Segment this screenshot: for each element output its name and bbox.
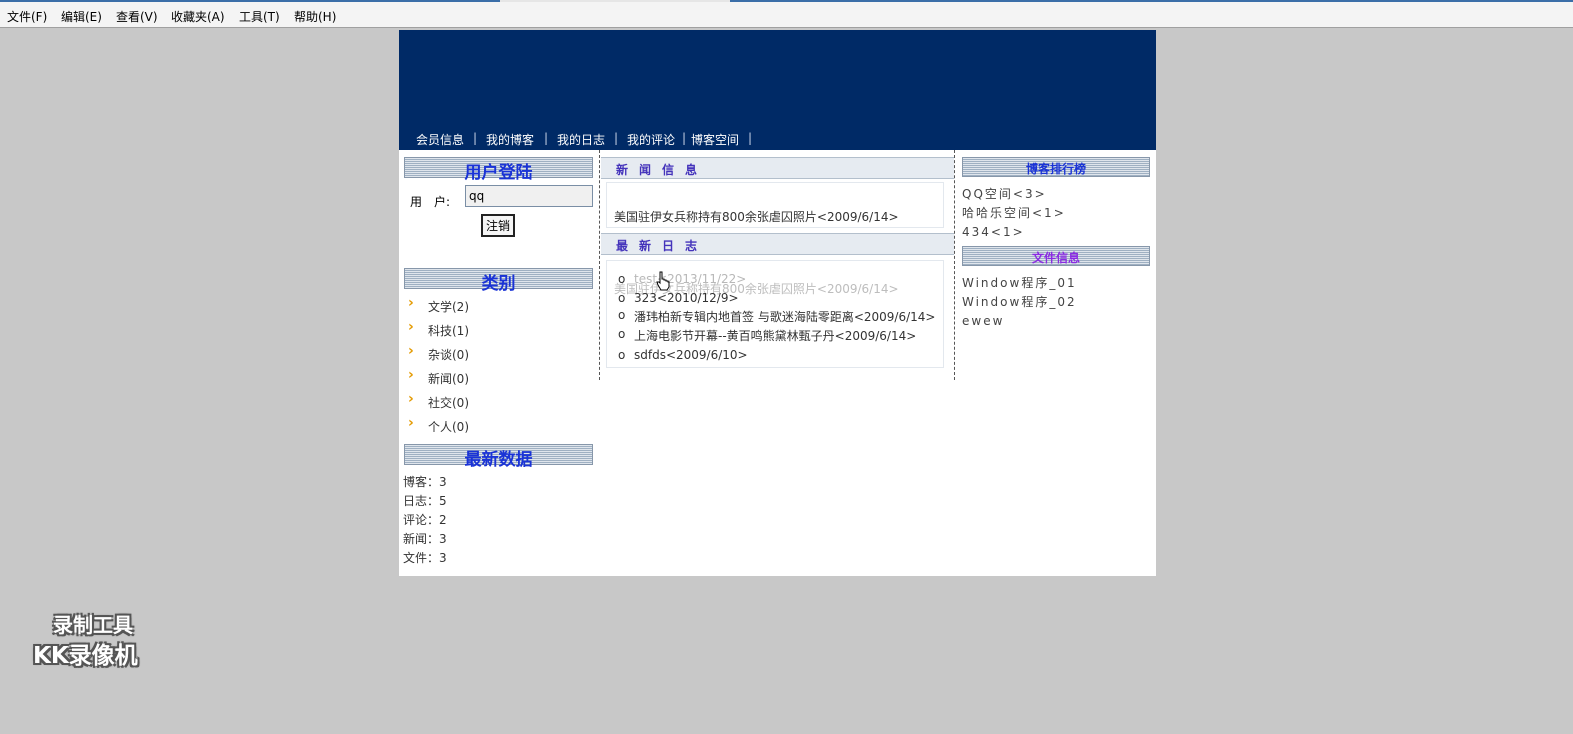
hand-cursor-icon	[656, 271, 670, 291]
files-header: 文件信息	[962, 246, 1150, 266]
bullet-icon: o	[618, 327, 626, 341]
log-title[interactable]: 潘玮柏新专辑内地首签 与歌迷海陆零距离<2009/6/14>	[634, 308, 935, 325]
bullet-icon: o	[618, 291, 626, 305]
chevron-right-icon: ›	[408, 391, 414, 407]
category-title: 类别	[481, 274, 516, 294]
chevron-right-icon: ›	[408, 367, 414, 383]
log-title[interactable]: test<2013/11/22>	[634, 272, 746, 286]
menu-favorites[interactable]: 收藏夹(A)	[171, 8, 225, 25]
nav-separator: |	[473, 131, 478, 145]
chevron-right-icon: ›	[408, 295, 414, 311]
stat-news: 新闻：3	[403, 532, 447, 546]
column-divider	[599, 150, 600, 380]
menu-edit[interactable]: 编辑(E)	[61, 8, 102, 25]
nav-my-comments[interactable]: 我的评论	[627, 131, 675, 148]
nav-separator: |	[544, 131, 549, 145]
log-title[interactable]: sdfds<2009/6/10>	[634, 348, 748, 362]
category-header: 类别	[404, 268, 593, 294]
logs-header: 最新日志	[601, 233, 954, 255]
log-title[interactable]: 上海电影节开幕--黄百鸣熊黛林甄子丹<2009/6/14>	[634, 327, 916, 344]
stats-header: 最新数据	[404, 444, 593, 470]
category-label[interactable]: 新闻(0)	[428, 370, 469, 387]
stat-logs: 日志：5	[403, 494, 447, 508]
nav-separator: |	[682, 131, 687, 145]
bullet-icon: o	[618, 348, 626, 362]
files-title: 文件信息	[1031, 251, 1080, 265]
file-item[interactable]: ewew	[962, 314, 1004, 328]
bullet-icon: o	[618, 308, 626, 322]
user-label: 用 户:	[410, 195, 451, 209]
nav-blog-space[interactable]: 博客空间	[691, 131, 739, 148]
nav-my-blog[interactable]: 我的博客	[486, 131, 534, 148]
watermark-line1: 录制工具	[53, 613, 133, 637]
login-header: 用户登陆	[404, 157, 593, 183]
nav-separator: |	[614, 131, 619, 145]
stat-files: 文件：3	[403, 551, 447, 565]
nav-separator: |	[748, 131, 753, 145]
news-item[interactable]: 美国驻伊女兵称持有800余张虐囚照片<2009/6/14>	[614, 208, 899, 225]
file-item[interactable]: Window程序_02	[962, 293, 1077, 310]
blog-page: 会员信息 | 我的博客 | 我的日志 | 我的评论 | 博客空间 | 用户登陆 …	[399, 30, 1156, 576]
login-title: 用户登陆	[464, 163, 533, 183]
recorder-watermark: 录制工具 KK录像机	[33, 609, 173, 670]
rank-header: 博客排行榜	[962, 157, 1150, 177]
log-title[interactable]: 323<2010/12/9>	[634, 291, 739, 305]
nav-my-logs[interactable]: 我的日志	[557, 131, 605, 148]
category-label[interactable]: 个人(0)	[428, 418, 469, 435]
bullet-icon: o	[618, 272, 626, 286]
tab-strip-edge	[500, 0, 730, 2]
category-label[interactable]: 科技(1)	[428, 322, 469, 339]
rank-item[interactable]: QQ空间<3>	[962, 185, 1047, 202]
category-label[interactable]: 杂谈(0)	[428, 346, 469, 363]
user-field[interactable]	[465, 185, 593, 207]
stat-comments: 评论：2	[403, 513, 447, 527]
column-divider	[954, 150, 955, 380]
menu-tools[interactable]: 工具(T)	[239, 8, 280, 25]
news-title: 新闻信息	[616, 163, 709, 177]
chevron-right-icon: ›	[408, 415, 414, 431]
stats-title: 最新数据	[464, 450, 533, 470]
stat-blogs: 博客：3	[403, 475, 447, 489]
category-label[interactable]: 文学(2)	[428, 298, 469, 315]
category-label[interactable]: 社交(0)	[428, 394, 469, 411]
menu-view[interactable]: 查看(V)	[116, 8, 158, 25]
watermark-line2: KK录像机	[33, 643, 138, 669]
logs-title: 最新日志	[616, 239, 709, 253]
rank-item[interactable]: 哈哈乐空间<1>	[962, 204, 1066, 221]
logout-button[interactable]: 注销	[481, 214, 515, 237]
rank-title: 博客排行榜	[1025, 162, 1086, 176]
browser-menubar: 文件(F) 编辑(E) 查看(V) 收藏夹(A) 工具(T) 帮助(H)	[0, 0, 1573, 28]
menu-help[interactable]: 帮助(H)	[294, 8, 336, 25]
menu-file[interactable]: 文件(F)	[7, 8, 47, 25]
news-header: 新闻信息	[601, 157, 954, 179]
file-item[interactable]: Window程序_01	[962, 274, 1077, 291]
chevron-right-icon: ›	[408, 319, 414, 335]
rank-item[interactable]: 434<1>	[962, 225, 1025, 239]
nav-member-info[interactable]: 会员信息	[416, 131, 464, 148]
chevron-right-icon: ›	[408, 343, 414, 359]
